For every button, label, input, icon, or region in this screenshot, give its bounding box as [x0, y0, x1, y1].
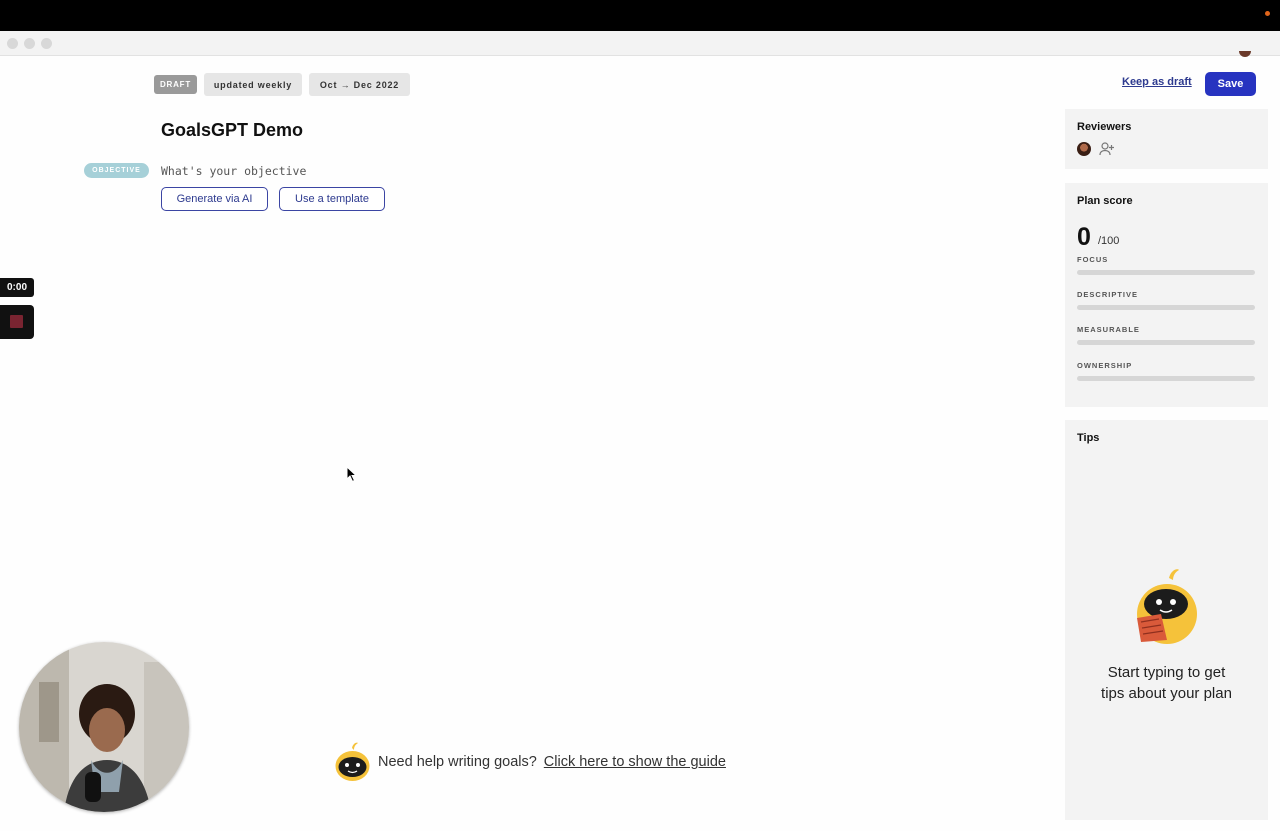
generate-via-ai-button[interactable]: Generate via AI [161, 187, 268, 211]
keep-as-draft-link[interactable]: Keep as draft [1122, 76, 1192, 88]
tips-title: Tips [1077, 432, 1100, 444]
tips-message-line1: Start typing to get [1107, 664, 1226, 681]
period-badge[interactable]: Oct → Dec 2022 [309, 73, 410, 96]
stop-recording-button[interactable] [0, 305, 34, 339]
metric-descriptive-label: DESCRIPTIVE [1077, 290, 1139, 299]
objective-badge: OBJECTIVE [84, 163, 149, 178]
plan-score-title: Plan score [1077, 195, 1133, 207]
cadence-badge[interactable]: updated weekly [204, 73, 302, 96]
window-minimize-button[interactable] [24, 38, 35, 49]
show-guide-link[interactable]: Click here to show the guide [544, 754, 726, 770]
mascot-reading-icon [1137, 569, 1197, 644]
reviewers-title: Reviewers [1077, 121, 1132, 133]
metric-measurable-label: MEASURABLE [1077, 325, 1140, 334]
tips-panel: Tips Start typing to get tips about your… [1065, 420, 1268, 820]
metric-descriptive-bar [1077, 305, 1255, 310]
mascot-icon [335, 742, 370, 781]
status-badge: DRAFT [154, 75, 197, 94]
helper-text: Need help writing goals? [378, 754, 537, 770]
use-template-button[interactable]: Use a template [279, 187, 385, 211]
reviewer-avatar[interactable] [1077, 142, 1091, 156]
metric-ownership-label: OWNERSHIP [1077, 361, 1133, 370]
save-button[interactable]: Save [1205, 72, 1256, 96]
window-chrome [0, 31, 1280, 57]
window-close-button[interactable] [7, 38, 18, 49]
plan-score-max: /100 [1098, 235, 1120, 247]
mouse-cursor-icon [346, 466, 358, 483]
guide-helper: Need help writing goals? Click here to s… [334, 742, 726, 782]
recording-timer: 0:00 [0, 278, 34, 297]
screen-top-bar [0, 0, 1280, 31]
metric-measurable-bar [1077, 340, 1255, 345]
reviewers-panel: Reviewers [1065, 109, 1268, 169]
metric-ownership-bar [1077, 376, 1255, 381]
webcam-video [19, 642, 189, 812]
metric-focus-bar [1077, 270, 1255, 275]
objective-input[interactable] [161, 162, 461, 180]
plan-score-value: 0 [1077, 223, 1091, 251]
tips-message-line2: tips about your plan [1101, 685, 1232, 702]
plan-score-panel: Plan score 0 /100 FOCUS DESCRIPTIVE MEAS… [1065, 183, 1268, 407]
user-avatar[interactable] [1239, 51, 1251, 57]
add-reviewer-icon[interactable] [1099, 141, 1115, 157]
stop-icon [10, 315, 23, 328]
recording-indicator-icon [1265, 11, 1270, 16]
webcam-bubble[interactable] [19, 642, 189, 812]
window-zoom-button[interactable] [41, 38, 52, 49]
metric-focus-label: FOCUS [1077, 255, 1109, 264]
tips-message: Start typing to get tips about your plan [1065, 662, 1268, 704]
page-title[interactable]: GoalsGPT Demo [161, 120, 303, 141]
